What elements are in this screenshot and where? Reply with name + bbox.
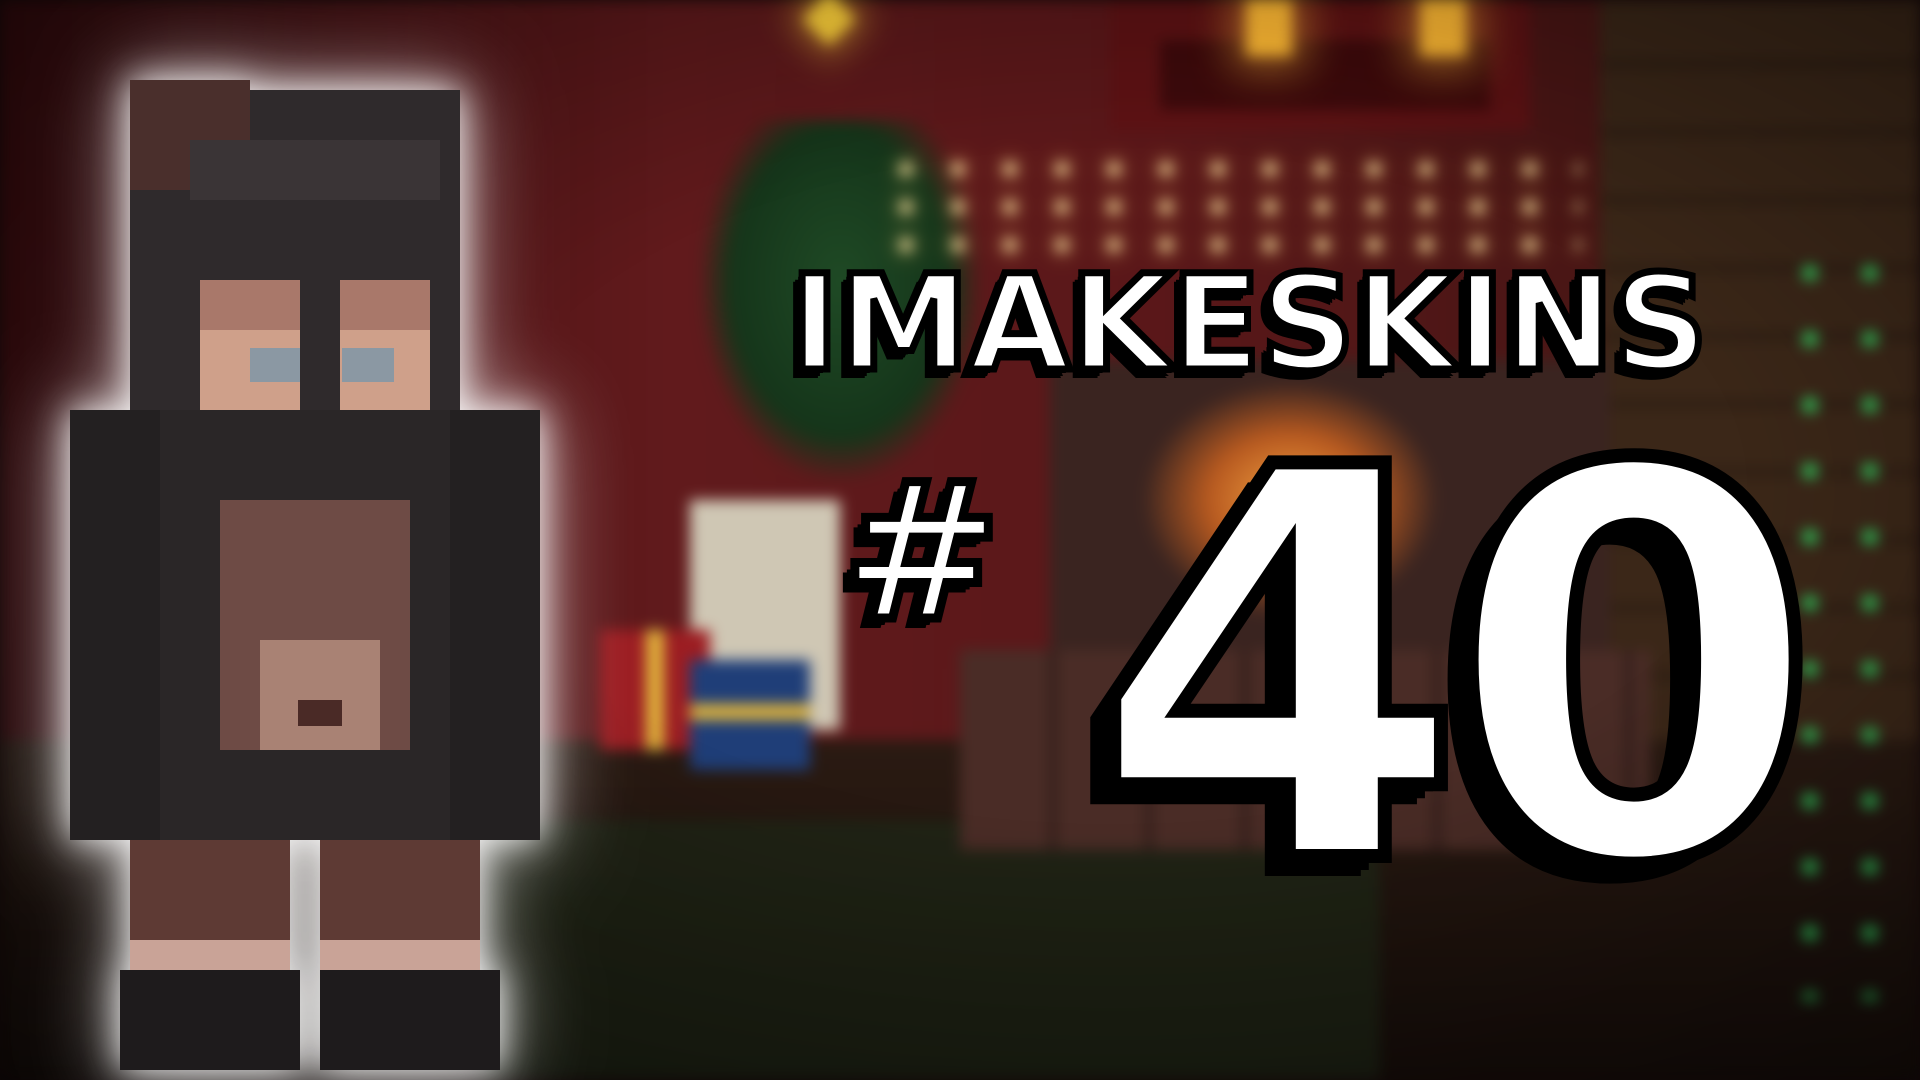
left-shoe [120,970,300,1070]
shirt-print-face [260,640,380,750]
thumbnail-canvas: IMAKESKINS # 40 [0,0,1920,1080]
character-eye [342,348,394,382]
episode-number: 40 [1083,356,1828,984]
right-shoe [320,970,500,1070]
face-hair-strand [300,280,340,420]
left-arm [70,410,160,840]
hash-symbol: # [837,442,1005,663]
left-sock [130,940,290,970]
minecraft-skin-character [70,80,540,1070]
hair-strands [190,140,440,200]
right-arm [450,410,540,840]
shirt-print-nose [298,700,342,726]
character-eye [250,348,302,382]
right-sock [320,940,480,970]
character-svg [70,80,540,1070]
